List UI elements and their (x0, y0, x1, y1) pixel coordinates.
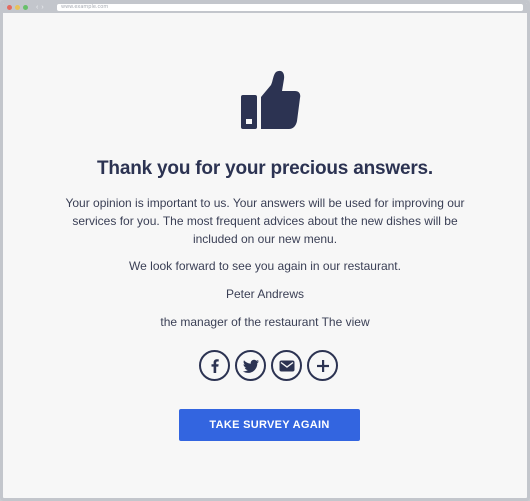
more-share-button[interactable] (307, 350, 338, 381)
twitter-icon (242, 359, 259, 373)
address-bar[interactable]: www.example.com (57, 4, 523, 11)
email-share-button[interactable] (271, 350, 302, 381)
browser-window: ‹ › www.example.com Thank you for your p… (0, 0, 530, 501)
thank-you-message: Your opinion is important to us. Your an… (65, 196, 465, 246)
email-icon (279, 360, 294, 371)
minimize-window-button[interactable] (15, 5, 20, 10)
back-button[interactable]: ‹ (36, 4, 38, 11)
thumbs-up-icon (241, 70, 301, 129)
signature-role: the manager of the restaurant The view (160, 315, 370, 329)
farewell-text: We look forward to see you again in our … (129, 259, 401, 273)
signature-name: Peter Andrews (225, 287, 305, 301)
plus-icon (316, 359, 329, 372)
browser-nav: ‹ › (36, 4, 44, 11)
forward-button[interactable]: › (41, 4, 43, 11)
take-survey-again-button[interactable]: TAKE SURVEY AGAIN (179, 409, 360, 441)
thank-you-page: Thank you for your precious answers. You… (3, 13, 527, 498)
twitter-share-button[interactable] (235, 350, 266, 381)
close-window-button[interactable] (7, 5, 12, 10)
facebook-icon (211, 358, 219, 373)
browser-chrome: ‹ › www.example.com (3, 3, 527, 13)
share-buttons (199, 350, 338, 381)
window-controls (7, 5, 28, 10)
facebook-share-button[interactable] (199, 350, 230, 381)
maximize-window-button[interactable] (23, 5, 28, 10)
page-title: Thank you for your precious answers. (97, 158, 433, 179)
